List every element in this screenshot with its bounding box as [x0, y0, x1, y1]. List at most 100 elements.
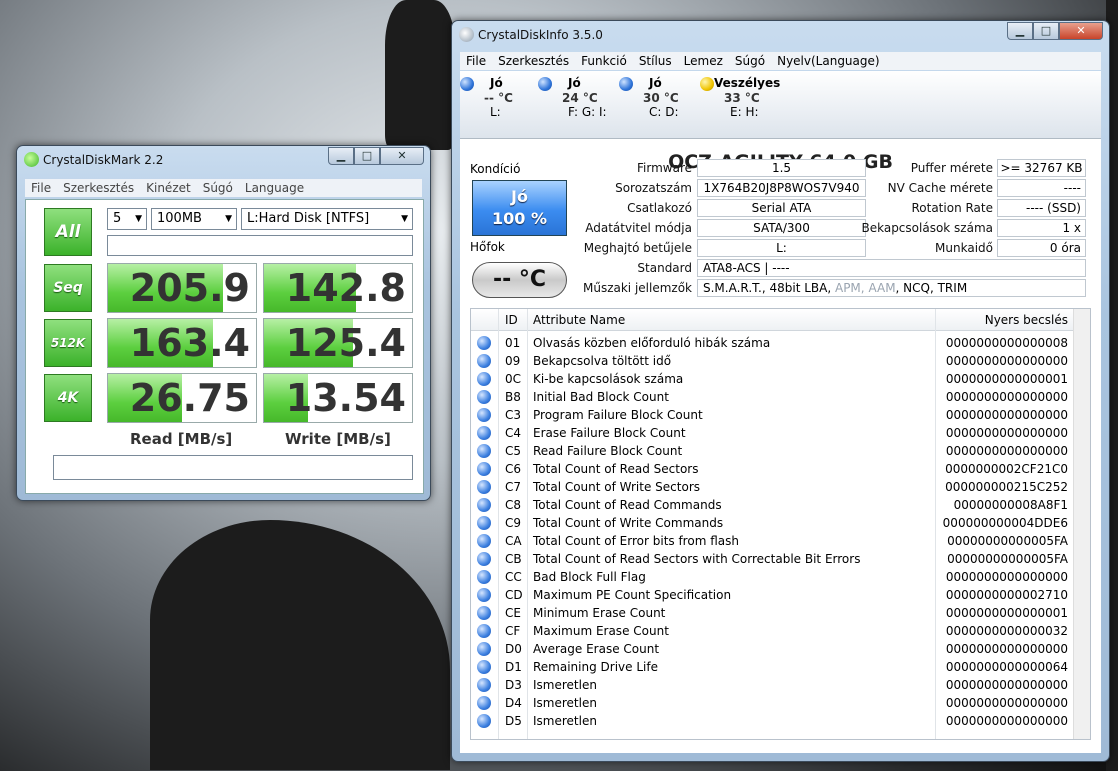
run-4k-button[interactable]: 4K	[44, 374, 92, 422]
512k-write-result: 125.4	[263, 318, 413, 368]
table-row[interactable]: D3 Ismeretlen 0000000000000000	[471, 676, 1090, 694]
raw-value-column-header[interactable]: Nyers becslés	[985, 313, 1068, 327]
cdm-menu-language[interactable]: Language	[239, 179, 310, 197]
table-row[interactable]: 0C Ki-be kapcsolások száma 000000000000000…	[471, 370, 1090, 388]
table-row[interactable]: CD Maximum PE Count Specification 00000000…	[471, 586, 1090, 604]
cdi-titlebar[interactable]: CrystalDiskInfo 3.5.0 ▁ □ ✕	[452, 21, 1109, 49]
attribute-id: 01	[505, 336, 521, 350]
drive-tab-status: Jó	[568, 76, 581, 90]
cdm-menu-edit[interactable]: Szerkesztés	[57, 179, 140, 197]
cdm-titlebar[interactable]: CrystalDiskMark 2.2 ▁ □ ✕	[17, 146, 430, 174]
chevron-down-icon: ▼	[225, 214, 232, 224]
cdm-close-button[interactable]: ✕	[380, 147, 424, 165]
table-row[interactable]: C4 Erase Failure Block Count 0000000000000…	[471, 424, 1090, 442]
attribute-raw-value: 0000000000000001	[945, 372, 1068, 386]
drive-value: L:Hard Disk [NTFS]	[247, 211, 370, 226]
table-row[interactable]: D5 Ismeretlen 0000000000000000	[471, 712, 1090, 730]
cdi-menu-edit[interactable]: Szerkesztés	[492, 52, 575, 70]
cdm-menubar: File Szerkesztés Kinézet Súgó Language	[25, 179, 422, 197]
attribute-name: Average Erase Count	[533, 642, 660, 656]
attribute-name-column-header[interactable]: Attribute Name	[533, 313, 625, 327]
attribute-name: Initial Bad Block Count	[533, 390, 669, 404]
standard-label: Standard	[637, 261, 692, 275]
cdi-menu-file[interactable]: File	[460, 52, 492, 70]
attribute-name: Read Failure Block Count	[533, 444, 683, 458]
attribute-name: Minimum Erase Count	[533, 606, 666, 620]
attribute-id: CA	[505, 534, 522, 548]
attribute-id: CF	[505, 624, 521, 638]
table-row[interactable]: CC Bad Block Full Flag 0000000000000000	[471, 568, 1090, 586]
cdi-menu-function[interactable]: Funkció	[575, 52, 633, 70]
cdi-close-button[interactable]: ✕	[1059, 22, 1103, 40]
drive-tab-letter: E: H:	[730, 105, 759, 119]
drive-selector-bar: Jó -- °C L: Jó 24 °C F: G: I: Jó 30 °C C…	[460, 71, 1101, 139]
4k-write-value: 13.54	[285, 376, 406, 420]
4k-write-result: 13.54	[263, 373, 413, 423]
status-good-icon	[477, 588, 491, 602]
status-good-icon	[477, 336, 491, 350]
run-all-button[interactable]: All	[44, 208, 92, 256]
cdm-menu-file[interactable]: File	[25, 179, 57, 197]
run-512k-button[interactable]: 512K	[44, 319, 92, 367]
attribute-name: Program Failure Block Count	[533, 408, 703, 422]
table-row[interactable]: D1 Remaining Drive Life 0000000000000064	[471, 658, 1090, 676]
table-row[interactable]: 01 Olvasás közben előforduló hibák száma 0…	[471, 334, 1090, 352]
crystaldiskinfo-window[interactable]: CrystalDiskInfo 3.5.0 ▁ □ ✕ File Szerkes…	[451, 20, 1110, 762]
firmware-label: Firmware	[637, 161, 692, 175]
firmware-value: 1.5	[697, 159, 866, 177]
attribute-name: Ismeretlen	[533, 714, 597, 728]
smart-attributes-table[interactable]: ID Attribute Name Nyers becslés 01 Olvasá…	[470, 308, 1091, 740]
cdi-window-title: CrystalDiskInfo 3.5.0	[478, 28, 603, 42]
attribute-id: D3	[505, 678, 522, 692]
nv-cache-label: NV Cache mérete	[887, 181, 993, 195]
table-row[interactable]: CE Minimum Erase Count 0000000000000001	[471, 604, 1090, 622]
drive-select[interactable]: L:Hard Disk [NTFS] ▼	[241, 208, 413, 230]
table-row[interactable]: C8 Total Count of Read Commands 0000000000…	[471, 496, 1090, 514]
table-row[interactable]: D0 Average Erase Count 0000000000000000	[471, 640, 1090, 658]
health-status-button[interactable]: Jó 100 %	[472, 180, 567, 236]
run-count-select[interactable]: 5 ▼	[107, 208, 147, 230]
status-good-icon	[477, 552, 491, 566]
table-row[interactable]: B8 Initial Bad Block Count 000000000000000…	[471, 388, 1090, 406]
table-row[interactable]: CA Total Count of Error bits from flash 00…	[471, 532, 1090, 550]
cdm-menu-view[interactable]: Kinézet	[140, 179, 197, 197]
table-row[interactable]: C3 Program Failure Block Count 00000000000…	[471, 406, 1090, 424]
crystaldiskmark-window[interactable]: CrystalDiskMark 2.2 ▁ □ ✕ File Szerkeszt…	[16, 145, 431, 501]
cdi-minimize-button[interactable]: ▁	[1007, 22, 1033, 40]
id-column-header[interactable]: ID	[505, 313, 518, 327]
table-row[interactable]: C7 Total Count of Write Sectors 0000000002…	[471, 478, 1090, 496]
attribute-name: Ki-be kapcsolások száma	[533, 372, 684, 386]
table-row[interactable]: 09 Bekapcsolva töltött idő 000000000000000…	[471, 352, 1090, 370]
status-good-icon	[477, 696, 491, 710]
status-good-icon	[477, 570, 491, 584]
seq-read-result: 205.9	[107, 263, 257, 313]
table-row[interactable]: D4 Ismeretlen 0000000000000000	[471, 694, 1090, 712]
status-good-icon	[477, 498, 491, 512]
status-good-icon	[460, 77, 474, 91]
status-good-icon	[477, 444, 491, 458]
table-scrollbar[interactable]	[1073, 309, 1090, 739]
buffer-label: Puffer mérete	[910, 161, 993, 175]
test-size-select[interactable]: 100MB ▼	[151, 208, 237, 230]
cdi-menu-help[interactable]: Súgó	[729, 52, 771, 70]
attribute-id: C5	[505, 444, 522, 458]
read-column-header: Read [MB/s]	[130, 430, 233, 448]
drive-letter-value: L:	[697, 239, 866, 257]
status-good-icon	[477, 624, 491, 638]
cdi-maximize-button[interactable]: □	[1033, 22, 1059, 40]
table-row[interactable]: C9 Total Count of Write Commands 000000000…	[471, 514, 1090, 532]
cdm-menu-help[interactable]: Súgó	[197, 179, 239, 197]
cdi-menu-style[interactable]: Stílus	[633, 52, 678, 70]
cdi-menu-disk[interactable]: Lemez	[678, 52, 729, 70]
table-row[interactable]: C6 Total Count of Read Sectors 0000000002C…	[471, 460, 1090, 478]
attribute-raw-value: 0000000000000000	[945, 696, 1068, 710]
health-status-text: Jó	[511, 187, 528, 206]
cdm-minimize-button[interactable]: ▁	[328, 147, 354, 165]
cdi-menu-language[interactable]: Nyelv(Language)	[771, 52, 885, 70]
cdm-maximize-button[interactable]: □	[354, 147, 380, 165]
table-row[interactable]: CF Maximum Erase Count 0000000000000032	[471, 622, 1090, 640]
cdm-comment-field[interactable]	[107, 235, 413, 256]
table-row[interactable]: CB Total Count of Read Sectors with Corre…	[471, 550, 1090, 568]
run-seq-button[interactable]: Seq	[44, 264, 92, 312]
table-row[interactable]: C5 Read Failure Block Count 00000000000000…	[471, 442, 1090, 460]
